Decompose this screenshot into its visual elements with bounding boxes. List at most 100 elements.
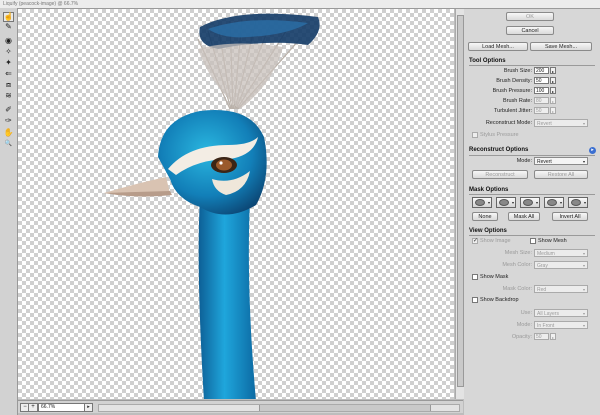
stylus-pressure-label: Stylus Pressure (480, 132, 519, 138)
brush-density-field[interactable]: 50 (534, 77, 549, 84)
reconstruct-mode-label-2: Mode: (516, 158, 532, 164)
mask-all-button[interactable]: Mask All (508, 212, 540, 221)
brush-density-label: Brush Density: (496, 78, 532, 84)
opacity-field: 50 (534, 333, 549, 340)
mesh-color-select: Gray ▾ (534, 261, 588, 269)
chevron-down-icon: ▾ (582, 159, 585, 164)
save-mesh-button[interactable]: Save Mesh... (530, 42, 592, 51)
brush-density-arrow-icon[interactable]: ▸ (550, 77, 556, 84)
options-panel: OK Cancel Load Mesh... Save Mesh... Tool… (464, 9, 600, 415)
replace-selection-icon (475, 199, 485, 206)
view-options-title: View Options (469, 228, 507, 234)
twirl-tool-icon[interactable]: ◉ (3, 36, 14, 46)
tool-options-title: Tool Options (469, 58, 506, 64)
chevron-down-icon: ▾ (582, 287, 585, 292)
invert-all-button[interactable]: Invert All (552, 212, 588, 221)
mesh-color-value: Gray (537, 263, 548, 269)
turbulent-jitter-field: 50 (534, 107, 549, 114)
backdrop-mode-label: Mode: (516, 322, 532, 328)
info-icon[interactable]: ▸ (589, 147, 596, 154)
chevron-down-icon: ▾ (582, 323, 585, 328)
mesh-size-select: Medium ▾ (534, 249, 588, 257)
stylus-pressure-checkbox (472, 132, 478, 138)
mask-color-label: Mask Color: (502, 286, 532, 292)
add-to-selection-button[interactable]: ▾ (496, 197, 516, 208)
restore-all-button[interactable]: Restore All (534, 170, 588, 179)
invert-selection-button[interactable]: ▾ (568, 197, 588, 208)
turbulence-tool-icon[interactable]: ≋ (3, 91, 14, 101)
brush-pressure-arrow-icon[interactable]: ▸ (550, 87, 556, 94)
reconstruct-mode-dropdown-value: Revert (537, 159, 552, 165)
vertical-scroll-thumb[interactable] (457, 15, 464, 387)
replace-selection-button[interactable]: ▾ (472, 197, 492, 208)
divider (469, 155, 595, 156)
chevron-down-icon: ▾ (582, 311, 585, 316)
vertical-scrollbar[interactable] (455, 9, 464, 399)
horizontal-scroll-thumb[interactable] (259, 405, 431, 411)
horizontal-scrollbar[interactable] (98, 404, 460, 412)
reconstruct-options-title: Reconstruct Options (469, 147, 529, 153)
reconstruct-mode-label: Reconstruct Mode: (485, 120, 532, 126)
show-backdrop-checkbox[interactable] (472, 297, 478, 303)
brush-rate-arrow-icon: ▸ (550, 97, 556, 104)
show-backdrop-label: Show Backdrop (480, 297, 519, 303)
ok-button[interactable]: OK (506, 12, 554, 21)
turbulent-jitter-arrow-icon: ▸ (550, 107, 556, 114)
window-title: Liquify (peacock-image) @ 66.7% (3, 1, 79, 7)
brush-size-label: Brush Size: (503, 68, 532, 74)
mask-options-title: Mask Options (469, 187, 509, 193)
mask-none-button[interactable]: None (472, 212, 498, 221)
chevron-down-icon: ▾ (582, 121, 585, 126)
preview-canvas[interactable] (18, 9, 454, 399)
opacity-label: Opacity: (511, 334, 532, 340)
subtract-from-selection-button[interactable]: ▾ (520, 197, 540, 208)
pucker-tool-icon[interactable]: ✧ (3, 47, 14, 57)
chevron-down-icon: ▾ (487, 200, 490, 205)
show-image-checkbox (472, 237, 478, 244)
hand-tool-icon[interactable]: ✋ (3, 128, 14, 138)
chevron-down-icon: ▾ (559, 200, 562, 205)
zoom-level-field[interactable]: 66.7% (38, 403, 86, 412)
use-label: Use: (520, 310, 532, 316)
forward-warp-tool-icon[interactable]: ☝ (3, 12, 14, 22)
brush-rate-field: 80 (534, 97, 549, 104)
intersect-selection-icon (547, 199, 557, 206)
divider (469, 235, 595, 236)
mask-color-value: Red (537, 287, 547, 293)
divider (469, 194, 595, 195)
chevron-down-icon: ▾ (511, 200, 514, 205)
brush-size-field[interactable]: 200 (534, 67, 549, 74)
mesh-color-label: Mesh Color: (502, 262, 532, 268)
chevron-down-icon: ▾ (583, 200, 586, 205)
chevron-down-icon: ▾ (535, 200, 538, 205)
mesh-size-value: Medium (537, 251, 555, 257)
reconstruct-tool-icon[interactable]: ✎ (3, 22, 14, 32)
divider (469, 65, 595, 66)
reconstruct-button[interactable]: Reconstruct (472, 170, 528, 179)
brush-pressure-field[interactable]: 100 (534, 87, 549, 94)
zoom-tool-icon[interactable]: 🔍 (3, 139, 14, 149)
zoom-menu-arrow-icon[interactable]: ▸ (84, 403, 93, 412)
push-left-tool-icon[interactable]: ⇐ (3, 69, 14, 79)
show-mask-label: Show Mask (480, 274, 509, 280)
cancel-button[interactable]: Cancel (506, 26, 554, 35)
mirror-tool-icon[interactable]: ⧈ (3, 80, 14, 90)
show-mesh-checkbox[interactable] (530, 238, 536, 244)
brush-size-arrow-icon[interactable]: ▸ (550, 67, 556, 74)
intersect-selection-button[interactable]: ▾ (544, 197, 564, 208)
opacity-arrow-icon: ▸ (550, 333, 556, 340)
zoom-in-button[interactable]: + (28, 403, 38, 412)
freeze-mask-tool-icon[interactable]: ✐ (3, 105, 14, 115)
chevron-down-icon: ▾ (582, 263, 585, 268)
status-bar: − + 66.7% ▸ (18, 400, 463, 413)
mesh-size-label: Mesh Size: (504, 250, 532, 256)
brush-rate-label: Brush Rate: (502, 98, 532, 104)
tool-palette: ☝ ✎ ◉ ✧ ✦ ⇐ ⧈ ≋ ✐ ✑ ✋ 🔍 (0, 8, 18, 415)
reconstruct-mode-dropdown[interactable]: Revert ▾ (534, 157, 588, 165)
show-mask-checkbox[interactable] (472, 274, 478, 280)
load-mesh-button[interactable]: Load Mesh... (468, 42, 528, 51)
peacock-image (104, 13, 320, 399)
thaw-mask-tool-icon[interactable]: ✑ (3, 116, 14, 126)
bloat-tool-icon[interactable]: ✦ (3, 58, 14, 68)
chevron-down-icon: ▾ (582, 251, 585, 256)
